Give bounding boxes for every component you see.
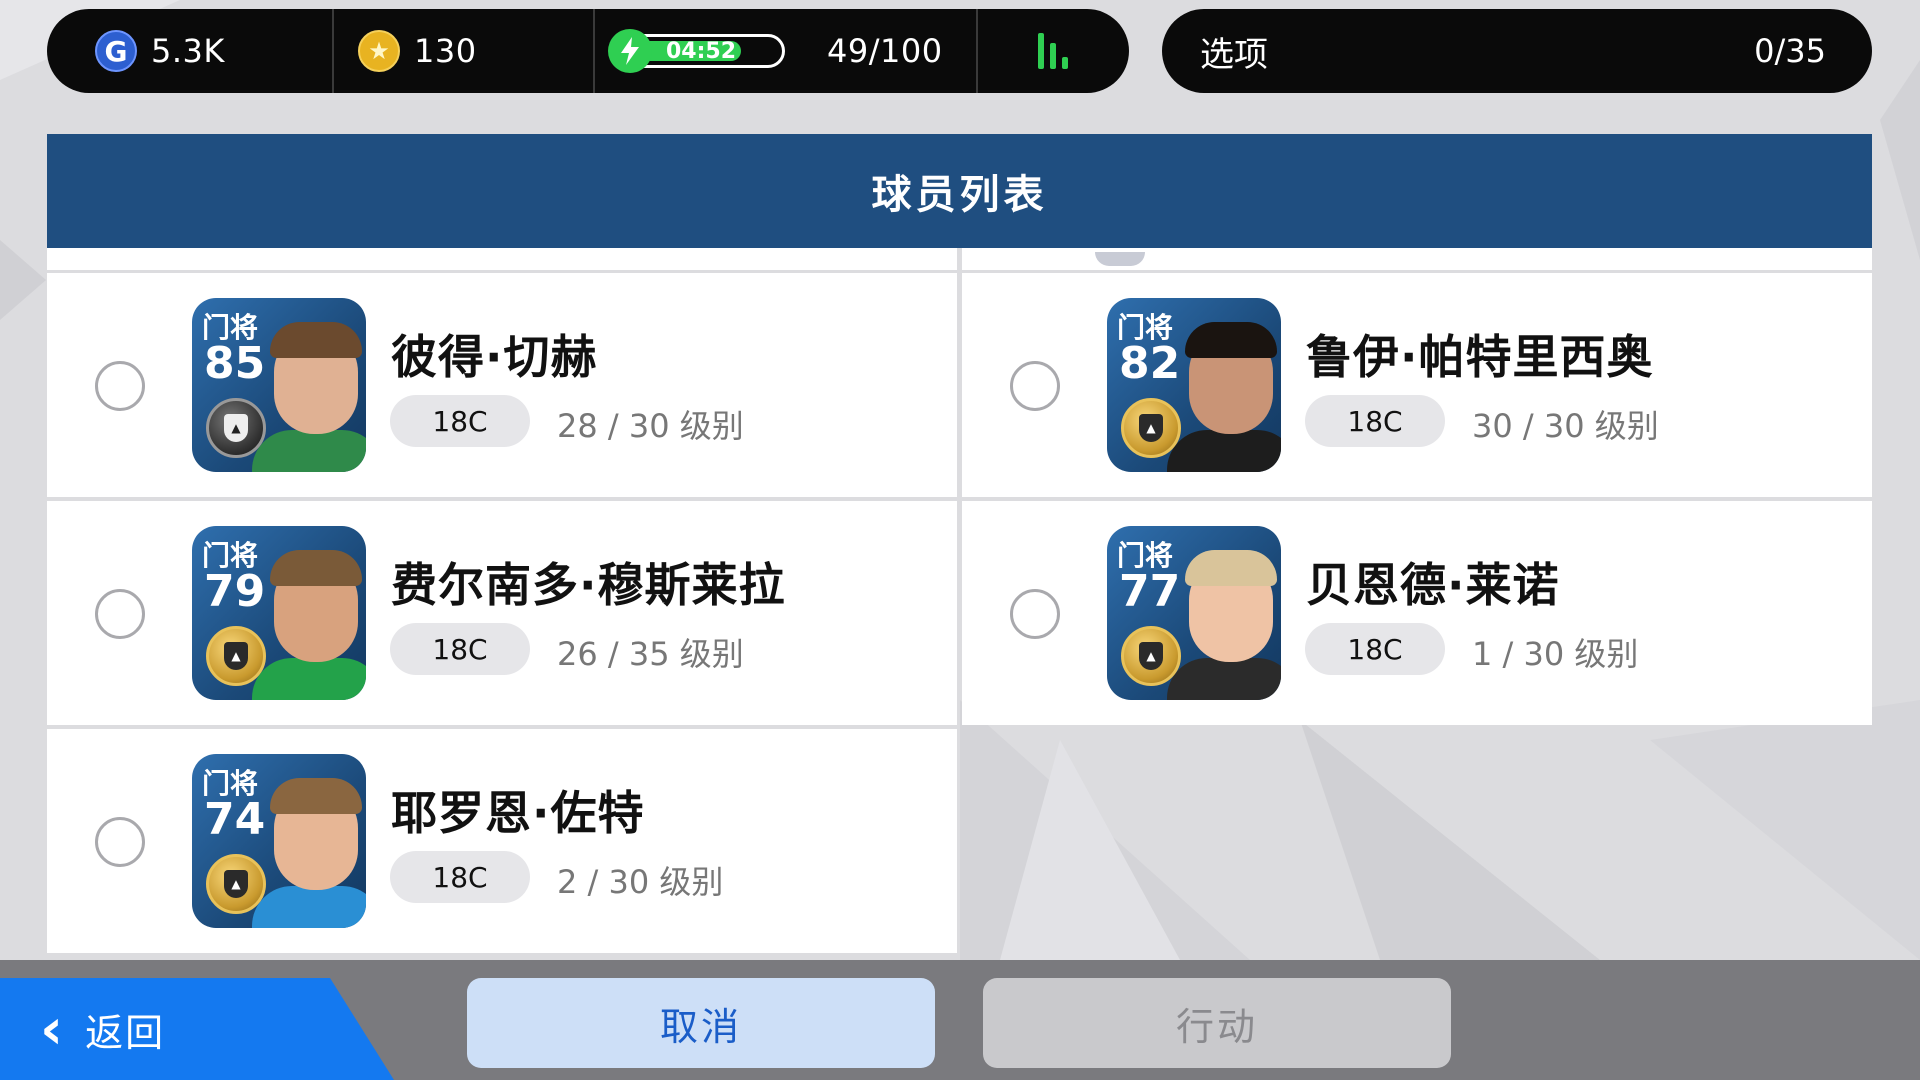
player-face bbox=[1167, 322, 1281, 472]
player-level: 26 / 35 级别 bbox=[557, 635, 744, 673]
player-card[interactable]: 门将 77 ▲ 贝恩德·莱诺 18C 1 / 30 级别 bbox=[962, 501, 1872, 725]
rating: 85 bbox=[204, 338, 266, 389]
player-name: 鲁伊·帕特里西奥 bbox=[1306, 330, 1654, 384]
gp-value: 5.3K bbox=[151, 32, 225, 70]
player-face bbox=[252, 322, 366, 472]
coin-value: 130 bbox=[414, 32, 477, 70]
club-badge-icon: ▲ bbox=[206, 854, 266, 914]
club-badge-icon: ▲ bbox=[1121, 626, 1181, 686]
select-radio[interactable] bbox=[95, 589, 145, 639]
stamina-bar: 04:52 bbox=[608, 29, 785, 73]
options-count: 0/35 bbox=[1754, 32, 1826, 70]
rating: 77 bbox=[1119, 566, 1181, 617]
bar-chart-icon bbox=[1037, 33, 1068, 69]
stats-button[interactable] bbox=[976, 9, 1129, 93]
stamina-timer: 04:52 bbox=[666, 39, 737, 64]
player-card[interactable]: 门将 79 ▲ 费尔南多·穆斯莱拉 18C 26 / 35 级别 bbox=[47, 501, 957, 725]
player-avatar: 门将 85 ▲ bbox=[192, 298, 366, 472]
card-tag: 18C bbox=[1305, 623, 1445, 675]
lightning-bolt-icon bbox=[608, 29, 652, 73]
rating: 74 bbox=[204, 794, 266, 845]
select-radio[interactable] bbox=[1010, 361, 1060, 411]
player-face bbox=[1167, 550, 1281, 700]
back-label: 返回 bbox=[85, 1010, 166, 1055]
player-card[interactable]: 门将 74 ▲ 耶罗恩·佐特 18C 2 / 30 级别 bbox=[47, 729, 957, 953]
player-avatar: 门将 77 ▲ bbox=[1107, 526, 1281, 700]
rating: 82 bbox=[1119, 338, 1181, 389]
player-level: 28 / 30 级别 bbox=[557, 407, 744, 445]
card-tag: 18C bbox=[390, 851, 530, 903]
stamina-display[interactable]: 04:52 49/100 bbox=[593, 9, 976, 93]
club-badge-icon: ▲ bbox=[206, 626, 266, 686]
card-tag: 18C bbox=[390, 623, 530, 675]
back-button[interactable]: ‹ 返回 bbox=[0, 978, 394, 1080]
select-radio[interactable] bbox=[95, 361, 145, 411]
coin-icon: ★ bbox=[358, 30, 400, 72]
player-card[interactable]: 门将 85 ▲ 彼得·切赫 18C 28 / 30 级别 bbox=[47, 273, 957, 497]
chevron-left-icon: ‹ bbox=[40, 996, 64, 1062]
player-face bbox=[252, 550, 366, 700]
card-tag: 18C bbox=[1305, 395, 1445, 447]
gp-display[interactable]: G 5.3K bbox=[47, 9, 332, 93]
player-name: 彼得·切赫 bbox=[391, 330, 598, 384]
player-level: 1 / 30 级别 bbox=[1472, 635, 1639, 673]
action-button[interactable]: 行动 bbox=[983, 978, 1451, 1068]
stamina-count: 49/100 bbox=[827, 32, 943, 70]
status-bar: G 5.3K ★ 130 04:52 49/100 bbox=[47, 9, 1129, 93]
options-label: 选项 bbox=[1200, 34, 1268, 75]
list-top-strip bbox=[47, 248, 1872, 270]
player-name: 费尔南多·穆斯莱拉 bbox=[391, 558, 786, 612]
gp-icon: G bbox=[95, 30, 137, 72]
card-tag: 18C bbox=[390, 395, 530, 447]
player-card[interactable]: 门将 82 ▲ 鲁伊·帕特里西奥 18C 30 / 30 级别 bbox=[962, 273, 1872, 497]
player-level: 30 / 30 级别 bbox=[1472, 407, 1659, 445]
player-avatar: 门将 74 ▲ bbox=[192, 754, 366, 928]
player-list-header: 球员列表 bbox=[47, 134, 1872, 248]
options-bar[interactable]: 选项 0/35 bbox=[1162, 9, 1872, 93]
player-face bbox=[252, 778, 366, 928]
coin-display[interactable]: ★ 130 bbox=[332, 9, 593, 93]
player-avatar: 门将 79 ▲ bbox=[192, 526, 366, 700]
player-avatar: 门将 82 ▲ bbox=[1107, 298, 1281, 472]
player-name: 贝恩德·莱诺 bbox=[1306, 558, 1560, 612]
club-badge-icon: ▲ bbox=[206, 398, 266, 458]
select-radio[interactable] bbox=[95, 817, 145, 867]
rating: 79 bbox=[204, 566, 266, 617]
club-badge-icon: ▲ bbox=[1121, 398, 1181, 458]
player-level: 2 / 30 级别 bbox=[557, 863, 724, 901]
player-name: 耶罗恩·佐特 bbox=[391, 786, 645, 840]
cancel-button[interactable]: 取消 bbox=[467, 978, 935, 1068]
select-radio[interactable] bbox=[1010, 589, 1060, 639]
scroll-peek bbox=[1095, 252, 1145, 266]
player-list: 门将 85 ▲ 彼得·切赫 18C 28 / 30 级别 门将 82 ▲ 鲁伊·… bbox=[47, 248, 1872, 953]
